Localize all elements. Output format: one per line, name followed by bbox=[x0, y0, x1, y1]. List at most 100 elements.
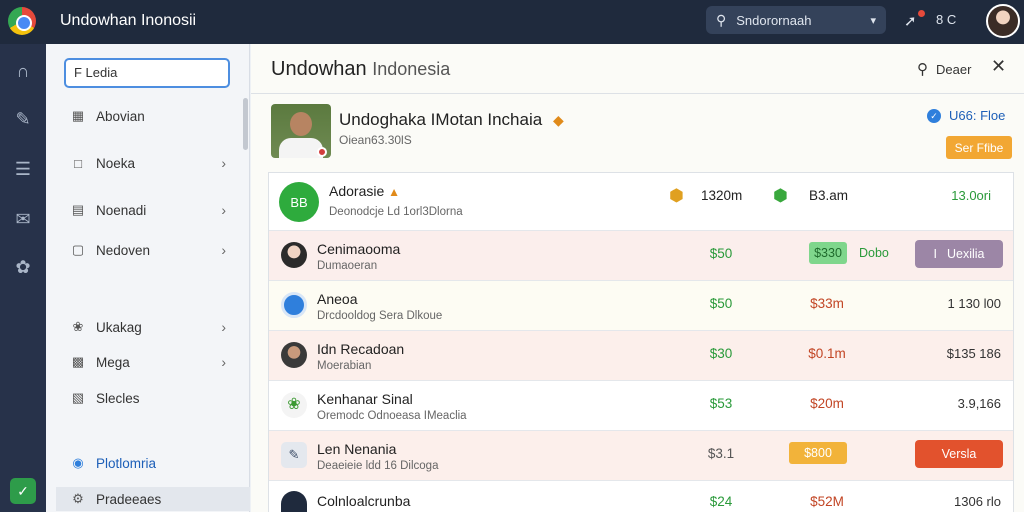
table-row[interactable]: ✎ Len Nenania Deaeieie ldd 16 Dilcoga $3… bbox=[269, 431, 1013, 481]
sidebar-item-plotlomria[interactable]: ◉ Plotlomria bbox=[70, 451, 226, 475]
chevron-right-icon: › bbox=[221, 354, 226, 370]
target-icon: ◉ bbox=[72, 455, 84, 470]
summary-value-2: B3.am bbox=[809, 188, 849, 203]
chevron-right-icon: › bbox=[221, 319, 226, 335]
row-price: $3.1 bbox=[707, 446, 735, 461]
file-icon: ▩ bbox=[71, 354, 85, 369]
chevron-right-icon: › bbox=[221, 242, 226, 258]
puzzle-icon[interactable]: ✿ bbox=[10, 254, 36, 280]
sidebar-item-label: Ukakag bbox=[96, 319, 142, 335]
table-row[interactable]: Idn Recadoan Moerabian $30 $0.1m $135 18… bbox=[269, 331, 1013, 381]
sidebar-item-pradeeaes[interactable]: ⚙ Pradeeaes bbox=[56, 487, 250, 511]
app-switch-icon[interactable]: ✓ bbox=[10, 478, 36, 504]
row-value: $0.1m bbox=[808, 346, 846, 361]
user-avatar[interactable] bbox=[986, 4, 1020, 38]
grid-icon: ▦ bbox=[71, 108, 85, 123]
follow-link[interactable]: ✓ U66: Floe bbox=[927, 108, 1005, 123]
row-price: $30 bbox=[709, 346, 733, 361]
top-search-input[interactable]: ⚲ Sndorornaah ▾ bbox=[706, 6, 886, 34]
sidebar: F Ledia ▦ Abovian □ Noeka › ▤ Noenadi › … bbox=[46, 44, 250, 512]
top-bar: Undowhan Inonosii ⚲ Sndorornaah ▾ ➚ 8 C bbox=[0, 0, 1024, 44]
close-icon[interactable]: ✕ bbox=[991, 56, 1006, 77]
sidebar-item-label: Plotlomria bbox=[96, 455, 157, 471]
row-value-pill: $330 bbox=[809, 242, 847, 264]
main-header: Undowhan Indonesia ⚲ Deaer ✕ bbox=[251, 44, 1024, 94]
sidebar-item-nedoven[interactable]: ▢ Nedoven › bbox=[70, 238, 226, 262]
sidebar-item-abovian[interactable]: ▦ Abovian bbox=[70, 104, 226, 128]
home-icon[interactable]: ∩ bbox=[10, 58, 36, 84]
sidebar-scrollbar[interactable] bbox=[243, 98, 248, 150]
puzzle-icon: ❀ bbox=[72, 319, 84, 334]
sidebar-item-noenadi[interactable]: ▤ Noenadi › bbox=[70, 198, 226, 222]
table-row[interactable]: Colnloalcrunba $24 $52M 1306 rlo bbox=[269, 481, 1013, 512]
profile-status-badge bbox=[317, 147, 327, 157]
row-name: Colnloalcrunba bbox=[317, 493, 411, 509]
search-icon: ⚲ bbox=[716, 11, 727, 28]
list-icon: ▧ bbox=[71, 390, 85, 405]
main-panel: Undowhan Indonesia ⚲ Deaer ✕ Undoghaka I… bbox=[251, 44, 1024, 512]
pin-icon[interactable]: ➚ bbox=[904, 12, 917, 30]
sidebar-item-label: Mega bbox=[96, 354, 130, 370]
sidebar-item-label: Slecles bbox=[96, 390, 140, 406]
summary-name: Adorasie ▲ bbox=[329, 183, 400, 199]
edit-icon[interactable]: ✎ bbox=[10, 106, 36, 132]
sidebar-item-label: Noeka bbox=[96, 155, 136, 171]
row-name: Idn Recadoan bbox=[317, 341, 405, 357]
sidebar-item-slecles[interactable]: ▧ Slecles bbox=[70, 386, 226, 410]
sidebar-item-label: Noenadi bbox=[96, 202, 147, 218]
sidebar-item-label: Pradeeaes bbox=[96, 491, 162, 507]
sidebar-item-ukakag[interactable]: ❀ Ukakag › bbox=[70, 315, 226, 339]
table-row[interactable]: ❀ Kenhanar Sinal Oremodc Odnoeasa IMeacl… bbox=[269, 381, 1013, 431]
sidebar-item-label: Abovian bbox=[96, 108, 145, 124]
table-row[interactable]: Aneoa Drcdooldog Sera Dlkoue $50 $33m 1 … bbox=[269, 281, 1013, 331]
row-total: 1 130 l00 bbox=[947, 296, 1002, 311]
header-search-label: Deaer bbox=[936, 61, 972, 77]
row-avatar bbox=[281, 491, 307, 512]
row-subtitle: Oremodc Odnoeasa IMeaclia bbox=[317, 410, 467, 422]
summary-avatar: BB bbox=[279, 182, 319, 222]
row-avatar bbox=[281, 242, 307, 268]
summary-value-1: 1320m bbox=[701, 188, 743, 203]
chevron-right-icon: › bbox=[221, 155, 226, 171]
row-name: Len Nenania bbox=[317, 441, 397, 457]
profile-subtitle: Oiean63.30lS bbox=[339, 133, 412, 147]
flame-icon: ▲ bbox=[388, 185, 401, 199]
follow-button[interactable]: Ser Ffibe bbox=[946, 136, 1012, 159]
user-status-badge[interactable]: 8 C bbox=[936, 12, 956, 27]
document-icon: ▤ bbox=[71, 202, 85, 217]
sidebar-item-mega[interactable]: ▩ Mega › bbox=[70, 350, 226, 374]
tool-icon: ✎ bbox=[281, 442, 307, 468]
summary-subtitle: Deonodcje Ld 1orl3Dlorna bbox=[329, 206, 463, 218]
search-icon: ⚲ bbox=[917, 61, 928, 78]
chevron-down-icon[interactable]: ▾ bbox=[870, 14, 876, 27]
row-total: 3.9,166 bbox=[957, 396, 1001, 411]
row-price: $50 bbox=[709, 296, 733, 311]
menu-icon[interactable]: ☰ bbox=[10, 156, 36, 182]
summary-row[interactable]: BB Adorasie ▲ Deonodcje Ld 1orl3Dlorna ⬢… bbox=[269, 173, 1013, 231]
row-value-pill: $800 bbox=[789, 442, 847, 464]
sidebar-search-input[interactable]: F Ledia bbox=[64, 58, 230, 88]
page-title-sub: Indonesia bbox=[372, 59, 451, 79]
profile-name-text: Undoghaka IMotan Inchaia bbox=[339, 110, 543, 129]
row-action-button[interactable]: I Uexilia bbox=[915, 240, 1003, 268]
table-row[interactable]: Cenimaooma Dumaoeran $50 $330 Dobo I Uex… bbox=[269, 231, 1013, 281]
summary-value-3: 13.0ori bbox=[951, 188, 991, 203]
row-value: $33m bbox=[810, 296, 844, 311]
left-rail: ∩ ✎ ☰ ✉ ✿ ✓ bbox=[0, 44, 46, 512]
notification-dot bbox=[918, 10, 925, 17]
sidebar-item-label: Nedoven bbox=[96, 242, 151, 258]
mail-icon[interactable]: ✉ bbox=[10, 206, 36, 232]
row-subtitle: Moerabian bbox=[317, 360, 372, 372]
header-search-button[interactable]: ⚲ Deaer bbox=[917, 60, 971, 78]
row-price: $24 bbox=[709, 494, 733, 509]
page-title-main: Undowhan bbox=[271, 58, 367, 80]
sidebar-item-noeka[interactable]: □ Noeka › bbox=[70, 151, 226, 175]
row-action-button[interactable]: Versla bbox=[915, 440, 1003, 468]
summary-name-text: Adorasie bbox=[329, 183, 385, 199]
coin-icon: ⬢ bbox=[669, 186, 684, 205]
app-logo-icon[interactable] bbox=[8, 7, 36, 35]
leaf-icon: ❀ bbox=[281, 392, 307, 418]
row-avatar bbox=[281, 292, 307, 318]
row-subtitle: Dumaoeran bbox=[317, 260, 378, 272]
row-price: $53 bbox=[709, 396, 733, 411]
